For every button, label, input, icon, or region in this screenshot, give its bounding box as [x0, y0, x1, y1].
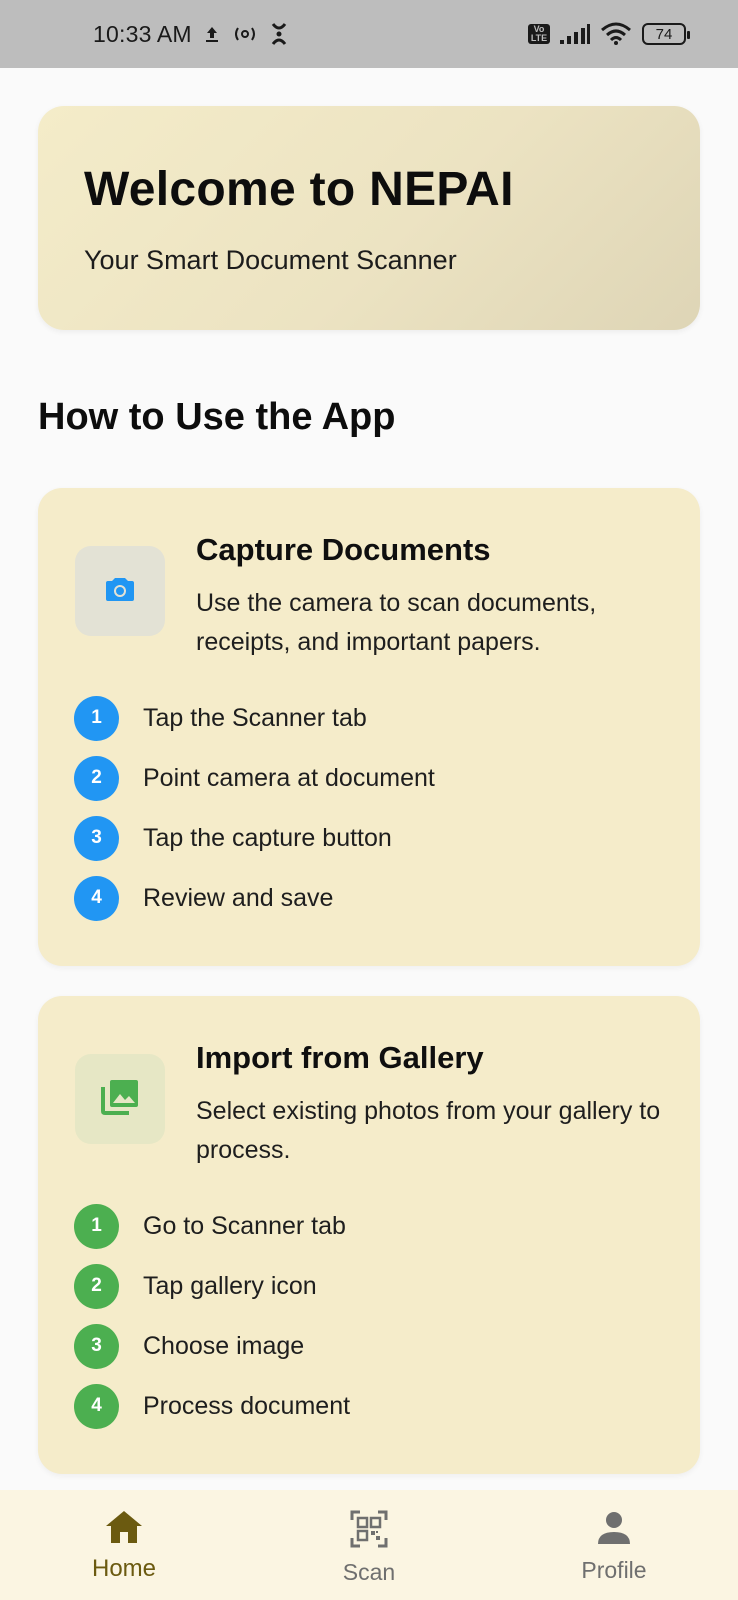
section-title: How to Use the App [38, 396, 396, 438]
capture-icon-box [75, 546, 165, 636]
welcome-card: Welcome to NEPAI Your Smart Document Sca… [38, 106, 700, 330]
welcome-title: Welcome to NEPAI [84, 163, 514, 216]
card-title: Import from Gallery [196, 1040, 484, 1075]
battery-icon: 74 [642, 23, 690, 45]
step-text: Point camera at document [143, 763, 435, 792]
step-text: Choose image [143, 1331, 305, 1360]
step-number: 3 [74, 815, 119, 861]
step-number: 1 [74, 1203, 119, 1249]
step-item: 2 Tap gallery icon [74, 1256, 350, 1316]
wifi-icon [600, 22, 632, 46]
card-description: Select existing photos from your gallery… [196, 1097, 661, 1164]
volte-badge: Vo LTE [528, 24, 550, 44]
hotspot-icon [232, 24, 258, 44]
bottom-nav: Home Scan Profile [0, 1490, 738, 1600]
step-text: Tap the capture button [143, 823, 392, 852]
step-number: 1 [74, 695, 119, 741]
step-number: 2 [74, 755, 119, 801]
step-text: Tap the Scanner tab [143, 703, 367, 732]
step-number: 4 [74, 875, 119, 921]
import-gallery-card: Import from Gallery Select existing phot… [38, 996, 700, 1474]
status-left: 10:33 AM [93, 21, 288, 48]
qr-scan-icon [350, 1510, 388, 1553]
status-right: Vo LTE 74 [528, 22, 690, 46]
gallery-icon [100, 1078, 140, 1121]
step-item: 1 Go to Scanner tab [74, 1196, 350, 1256]
home-icon [105, 1510, 143, 1549]
upload-icon [204, 24, 220, 44]
steps-list: 1 Tap the Scanner tab 2 Point camera at … [74, 688, 435, 928]
nav-profile[interactable]: Profile [534, 1490, 694, 1600]
nav-label: Home [91, 1555, 157, 1582]
tool-icon [270, 22, 288, 46]
capture-documents-card: Capture Documents Use the camera to scan… [38, 488, 700, 966]
nav-scan[interactable]: Scan [289, 1490, 449, 1600]
step-item: 4 Review and save [74, 868, 435, 928]
step-text: Review and save [143, 883, 334, 912]
camera-icon [105, 576, 135, 607]
step-text: Process document [143, 1391, 351, 1420]
card-description: Use the camera to scan documents, receip… [196, 589, 597, 656]
step-number: 4 [74, 1383, 119, 1429]
nav-home[interactable]: Home [44, 1490, 204, 1600]
signal-icon [560, 24, 590, 44]
step-item: 3 Tap the capture button [74, 808, 435, 868]
nav-label: Profile [581, 1557, 647, 1583]
step-item: 4 Process document [74, 1376, 350, 1436]
status-time: 10:33 AM [93, 20, 192, 47]
steps-list: 1 Go to Scanner tab 2 Tap gallery icon 3… [74, 1196, 350, 1436]
status-bar: 10:33 AM Vo LTE 74 [0, 0, 738, 68]
volte-bottom: LTE [530, 33, 548, 43]
battery-level: 74 [655, 25, 673, 43]
welcome-subtitle: Your Smart Document Scanner [84, 245, 457, 275]
step-item: 3 Choose image [74, 1316, 350, 1376]
step-number: 2 [74, 1263, 119, 1309]
nav-label: Scan [342, 1559, 396, 1585]
step-item: 1 Tap the Scanner tab [74, 688, 435, 748]
step-text: Tap gallery icon [143, 1271, 317, 1300]
step-text: Go to Scanner tab [143, 1211, 346, 1240]
step-number: 3 [74, 1323, 119, 1369]
gallery-icon-box [75, 1054, 165, 1144]
card-title: Capture Documents [196, 532, 491, 567]
person-icon [596, 1510, 632, 1551]
step-item: 2 Point camera at document [74, 748, 435, 808]
